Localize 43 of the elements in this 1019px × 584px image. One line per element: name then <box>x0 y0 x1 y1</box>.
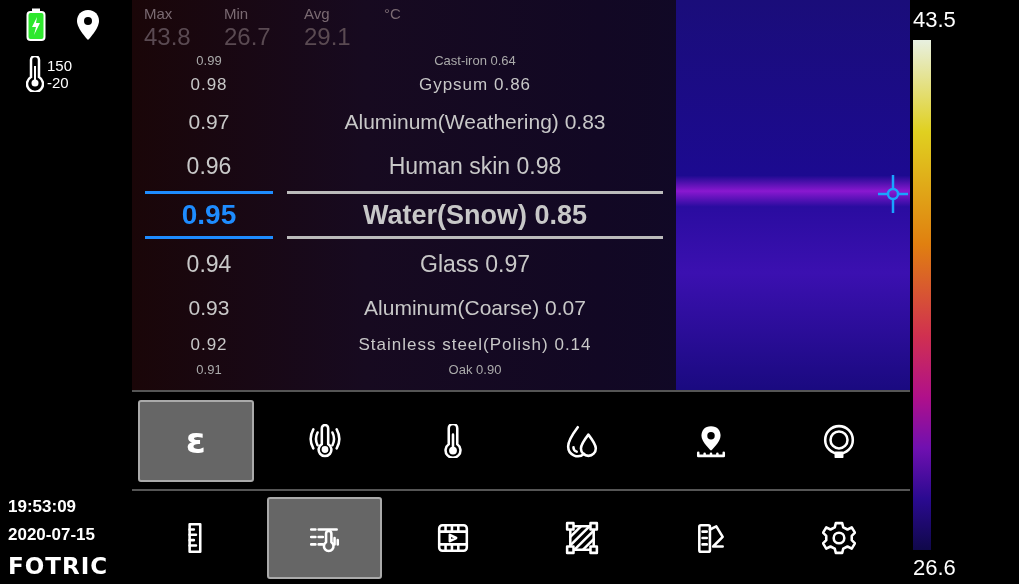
emissivity-value[interactable]: 0.94 <box>145 250 273 278</box>
emissivity-value[interactable]: 0.97 <box>145 110 273 134</box>
time-text: 19:53:09 <box>8 496 78 518</box>
material-option[interactable]: Gypsum 0.86 <box>287 75 663 95</box>
date-text: 2020-07-15 <box>8 524 96 546</box>
scale-max-value: 43.5 <box>913 6 957 34</box>
range-high-value: 150 <box>47 57 73 74</box>
material-option[interactable]: Oak 0.90 <box>287 362 663 377</box>
material-option[interactable]: Cast-iron 0.64 <box>287 53 663 68</box>
material-option[interactable]: Glass 0.97 <box>287 250 663 278</box>
stat-label: Avg <box>304 4 331 24</box>
emissivity-value[interactable]: 0.96 <box>145 152 273 180</box>
emissivity-value[interactable]: 0.95 <box>145 191 273 239</box>
stat-label: Max <box>144 4 174 24</box>
material-option[interactable]: Stainless steel(Polish) 0.14 <box>287 335 663 355</box>
toolbar-button[interactable] <box>266 496 383 579</box>
material-option[interactable]: Aluminum(Weathering) 0.83 <box>287 110 663 134</box>
ring-icon <box>822 423 857 458</box>
emissivity-value[interactable]: 0.98 <box>145 75 273 95</box>
crosshair-icon <box>878 174 908 214</box>
stat-value: 43.8 <box>144 24 192 50</box>
range-low-value: -20 <box>47 74 70 91</box>
battery-charging-icon <box>26 8 46 42</box>
location-pin-icon <box>76 9 100 41</box>
stat-label: Min <box>224 4 250 24</box>
thermometer-icon <box>26 56 44 92</box>
hatched-area-icon <box>564 520 599 555</box>
stat-label: °C <box>384 4 402 24</box>
stat-value: 29.1 <box>304 24 352 50</box>
emissivity-value[interactable]: 0.99 <box>145 53 273 68</box>
material-option[interactable]: Human skin 0.98 <box>287 152 663 180</box>
material-option[interactable]: Water(Snow) 0.85 <box>287 191 663 239</box>
emissivity-value[interactable]: 0.91 <box>145 362 273 377</box>
thermometer-waves-icon <box>307 423 342 458</box>
material-option[interactable]: Aluminum(Coarse) 0.07 <box>287 296 663 320</box>
scale-min-value: 26.6 <box>913 554 957 582</box>
droplets-icon <box>564 423 599 458</box>
settings-icon <box>822 520 857 555</box>
toolbar-button[interactable]: ε <box>138 399 254 482</box>
emissivity-value[interactable]: 0.92 <box>145 335 273 355</box>
emissivity-value[interactable]: 0.93 <box>145 296 273 320</box>
brand-logo: FOTRIC <box>8 552 110 580</box>
stat-value: 26.7 <box>224 24 272 50</box>
